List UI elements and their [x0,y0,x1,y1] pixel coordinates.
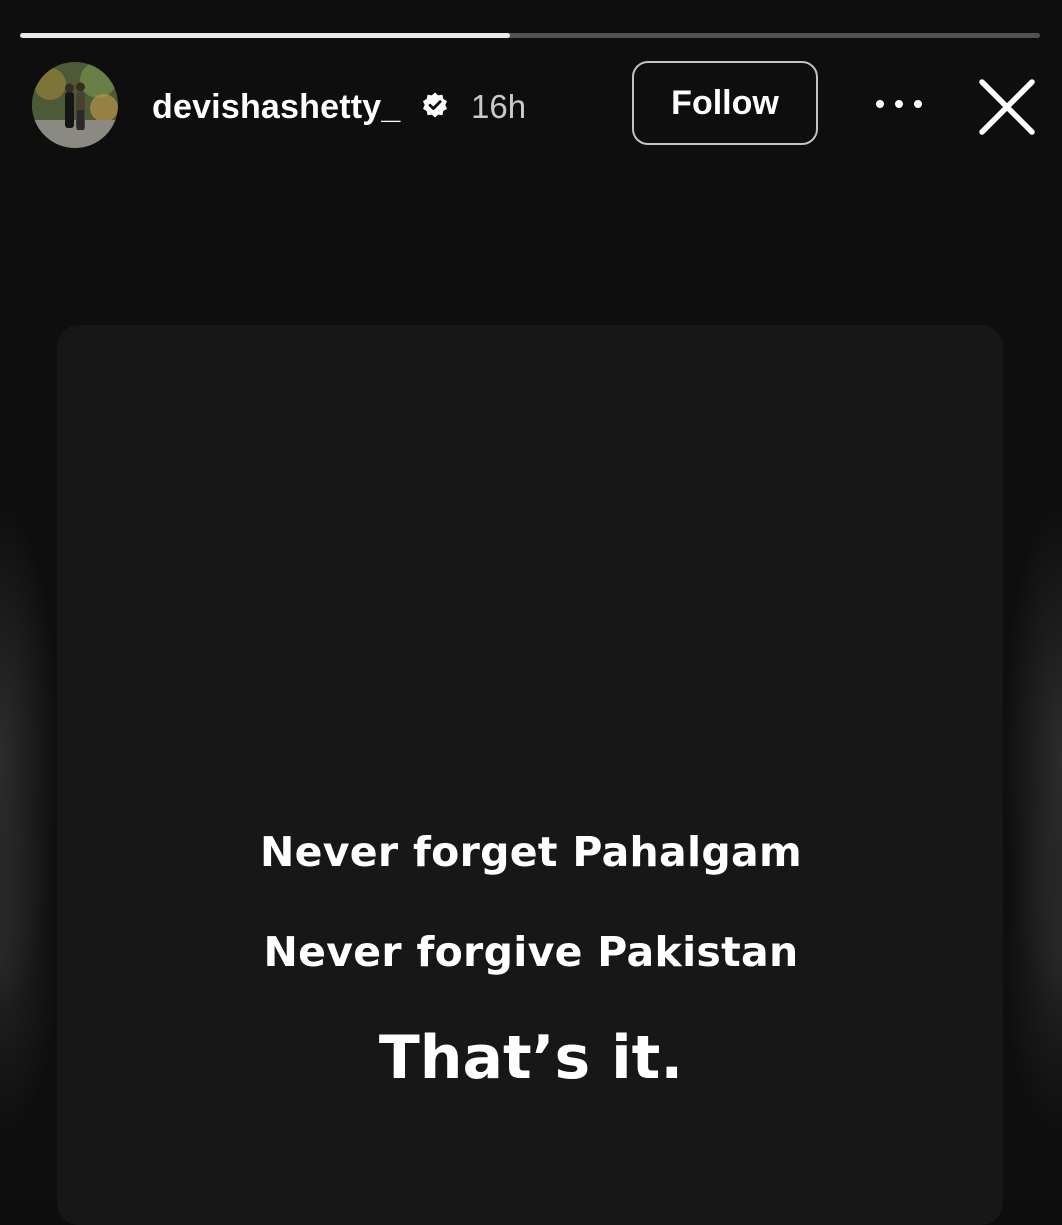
close-icon[interactable] [976,76,1038,138]
avatar-photo [32,62,118,148]
story-header: devishashetty_ 16h Follow [0,60,1062,150]
story-progress-fill [20,33,510,38]
story-text-line: Never forgive Pakistan [263,928,799,976]
verified-badge-icon [423,92,447,118]
story-text-line: Never forget Pahalgam [260,828,802,876]
story-timestamp: 16h [471,88,527,125]
profile-avatar[interactable] [32,62,118,148]
story-text-line: That’s it. [378,1023,684,1093]
username[interactable]: devishashetty_ [152,87,400,127]
story-viewer: devishashetty_ 16h Follow Never forget P… [0,0,1062,1225]
story-progress-bar [20,33,1040,38]
more-horizontal-icon[interactable] [870,88,928,120]
follow-button[interactable]: Follow [632,61,818,145]
